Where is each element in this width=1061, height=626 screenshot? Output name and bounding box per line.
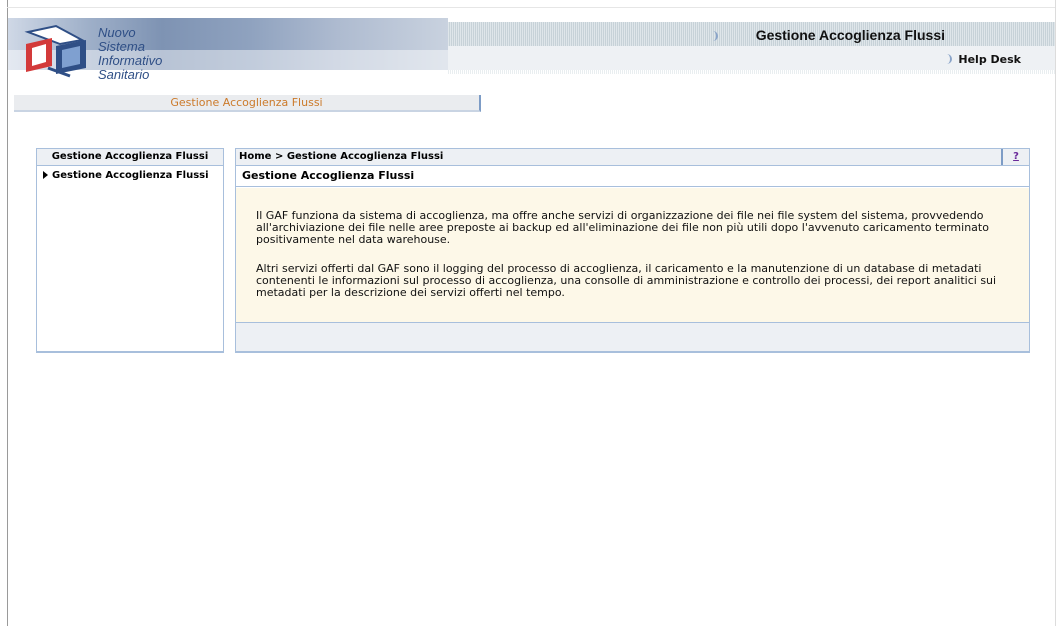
description-paragraph: Il GAF funziona da sistema di accoglienz… [256,209,989,246]
breadcrumb: Home > Gestione Accoglienza Flussi ? [236,149,1029,166]
breadcrumb-separator: > [274,151,284,162]
section-title: Gestione Accoglienza Flussi [236,166,1029,187]
sidebar-title: Gestione Accoglienza Flussi [37,149,223,166]
page-subtitle: Gestione Accoglienza Flussi [14,95,481,112]
crescent-icon [708,31,718,41]
sidebar-item-gestione-accoglienza-flussi[interactable]: Gestione Accoglienza Flussi [37,166,223,181]
logo-text: Nuovo Sistema Informativo Sanitario [98,25,163,82]
nsis-logo-icon [24,24,86,78]
main-panel: Home > Gestione Accoglienza Flussi ? Ges… [235,148,1030,353]
panel-footer [236,323,1029,351]
help-desk-link[interactable]: Help Desk [942,53,1021,66]
crescent-icon [942,54,953,64]
window-scrollbar[interactable] [1055,0,1056,626]
content-box: Il GAF funziona da sistema di accoglienz… [236,188,1029,323]
breadcrumb-current: Gestione Accoglienza Flussi [286,151,444,162]
description-paragraph: Altri servizi offerti dal GAF sono il lo… [256,262,997,299]
sidebar-item-label: Gestione Accoglienza Flussi [52,170,209,181]
window-frame-top [7,7,1056,8]
breadcrumb-home-link[interactable]: Home [239,151,271,162]
app-title: Gestione Accoglienza Flussi [755,27,945,43]
sidebar: Gestione Accoglienza Flussi Gestione Acc… [36,148,224,353]
page-header: Nuovo Sistema Informativo Sanitario Gest… [8,18,1055,96]
title-bar [448,22,1055,46]
help-question-link[interactable]: ? [1001,149,1029,165]
triangle-right-icon [43,171,48,179]
